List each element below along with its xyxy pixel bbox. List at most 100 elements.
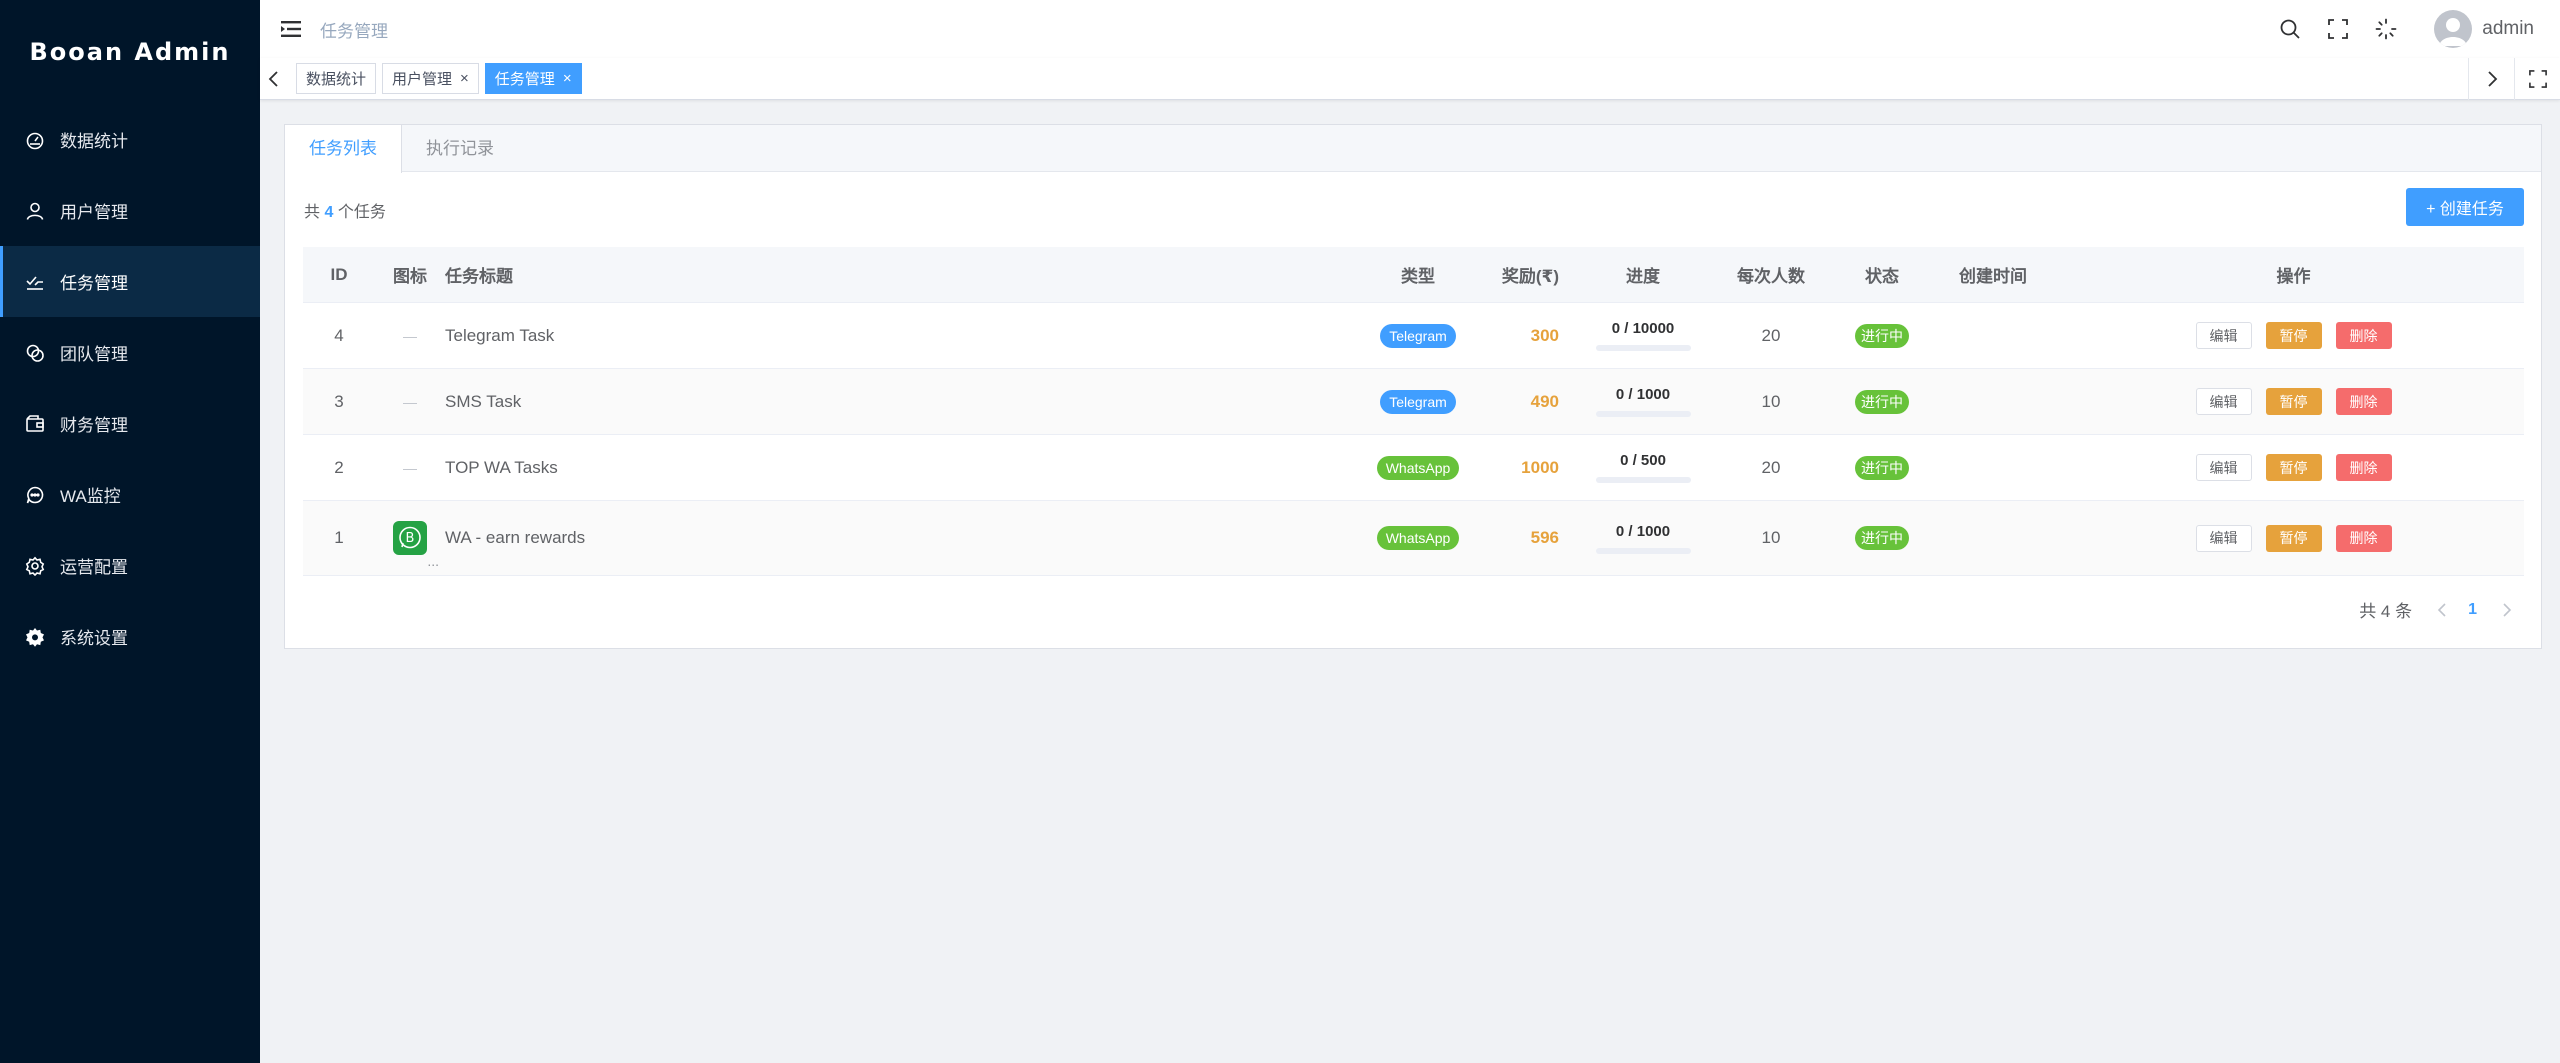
cell-type: Telegram — [1371, 389, 1465, 414]
avatar[interactable] — [2434, 10, 2473, 48]
sidebar-item-dashboard[interactable]: 数据统计 — [0, 104, 260, 175]
delete-button[interactable]: 删除 — [2335, 388, 2392, 415]
tags-list: 数据统计 用户管理 × 任务管理 × — [296, 63, 588, 94]
cell-progress: 0 / 10000 — [1585, 320, 1701, 351]
sidebar-item-label: 数据统计 — [60, 132, 128, 151]
fullscreen-icon[interactable] — [2326, 17, 2350, 41]
gear-icon — [24, 626, 46, 648]
cell-status: 进行中 — [1841, 455, 1923, 480]
username[interactable]: admin — [2482, 18, 2534, 40]
pause-button[interactable]: 暂停 — [2265, 322, 2322, 349]
count-suffix: 个任务 — [337, 204, 386, 221]
empty-icon-placeholder: — — [403, 459, 417, 476]
progress-bar — [1595, 411, 1691, 417]
pause-button[interactable]: 暂停 — [2265, 454, 2322, 481]
progress-text: 0 / 500 — [1620, 452, 1666, 469]
search-icon[interactable] — [2278, 17, 2302, 41]
progress-bar — [1595, 345, 1691, 351]
pause-button[interactable]: 暂停 — [2265, 388, 2322, 415]
cell-id: 3 — [334, 391, 344, 411]
col-header-per: 每次人数 — [1737, 267, 1805, 286]
edit-button[interactable]: 编辑 — [2195, 454, 2252, 481]
sidebar-item-label: 用户管理 — [60, 203, 128, 222]
tab-execution-log[interactable]: 执行记录 — [402, 125, 518, 171]
col-header-icon: 图标 — [393, 267, 427, 286]
user-icon — [24, 200, 46, 222]
app-logo: Booan Admin — [29, 38, 231, 66]
sidebar-item-team[interactable]: 团队管理 — [0, 317, 260, 388]
empty-icon-placeholder: — — [403, 327, 417, 344]
cell-title: Telegram Task — [445, 325, 555, 345]
count-value: 4 — [324, 204, 334, 221]
col-header-type: 类型 — [1401, 267, 1435, 286]
prev-page-icon[interactable] — [2434, 602, 2450, 617]
col-header-ops: 操作 — [2276, 267, 2311, 286]
cell-status: 进行中 — [1841, 323, 1923, 348]
svg-text:B: B — [406, 531, 415, 546]
loading-icon[interactable] — [2374, 17, 2398, 41]
delete-button[interactable]: 删除 — [2335, 454, 2392, 481]
pause-button[interactable]: 暂停 — [2265, 524, 2322, 552]
progress-bar — [1595, 477, 1691, 483]
task-count: 共 4 个任务 — [304, 198, 386, 222]
sidebar-item-wa-monitor[interactable]: WA监控 — [0, 459, 260, 530]
delete-button[interactable]: 删除 — [2335, 524, 2392, 552]
cell-reward: 1000 — [1521, 457, 1559, 477]
status-badge: 进行中 — [1855, 455, 1909, 480]
team-icon — [24, 342, 46, 364]
sidebar-item-label: WA监控 — [60, 487, 121, 506]
type-badge: WhatsApp — [1376, 526, 1460, 550]
empty-icon-placeholder: — — [403, 393, 417, 410]
col-header-created: 创建时间 — [1959, 267, 2027, 286]
progress-text: 0 / 10000 — [1611, 320, 1675, 337]
cell-actions: 编辑 暂停 删除 — [2063, 524, 2524, 552]
sidebar-item-users[interactable]: 用户管理 — [0, 175, 260, 246]
top-header: 任务管理 admin — [260, 0, 2560, 58]
tags-scroll-right-icon[interactable] — [2468, 58, 2514, 100]
fullscreen-icon[interactable] — [2514, 58, 2560, 100]
next-page-icon[interactable] — [2499, 602, 2515, 617]
tab-task-list[interactable]: 任务列表 — [285, 125, 402, 173]
cell-per: 20 — [1761, 457, 1781, 477]
tag-label: 用户管理 — [392, 71, 453, 88]
whatsapp-business-icon: B — [393, 521, 427, 555]
progress-text: 0 / 1000 — [1615, 386, 1671, 403]
icon-overflow-ellipsis: ... — [427, 553, 439, 569]
close-icon[interactable]: × — [563, 70, 572, 87]
tags-scroll-left-icon[interactable] — [260, 65, 288, 93]
tag-users[interactable]: 用户管理 × — [382, 63, 479, 94]
cell-id: 2 — [334, 457, 344, 477]
cell-per: 10 — [1761, 391, 1781, 411]
cell-actions: 编辑 暂停 删除 — [2063, 388, 2524, 415]
table-row: 4 — Telegram Task Telegram 300 0 / 10000… — [303, 303, 2524, 369]
cell-per: 10 — [1761, 528, 1781, 547]
page-number[interactable]: 1 — [2468, 601, 2477, 619]
cell-type: Telegram — [1371, 323, 1465, 348]
tag-tasks[interactable]: 任务管理 × — [484, 63, 582, 94]
menu-toggle-icon[interactable] — [280, 18, 302, 40]
type-badge: WhatsApp — [1376, 455, 1460, 480]
delete-button[interactable]: 删除 — [2335, 322, 2392, 349]
cell-id: 1 — [334, 528, 344, 547]
cell-icon: B ... — [375, 521, 445, 569]
sidebar-item-operations[interactable]: 运营配置 — [0, 530, 260, 601]
sidebar-item-tasks[interactable]: 任务管理 — [0, 246, 260, 317]
dashboard-icon — [24, 129, 46, 151]
sidebar-item-finance[interactable]: 财务管理 — [0, 388, 260, 459]
pagination: 共 4 条 1 — [2359, 597, 2515, 622]
table-row: 3 — SMS Task Telegram 490 0 / 1000 10 进行… — [303, 369, 2524, 435]
status-badge: 进行中 — [1855, 389, 1909, 414]
cell-reward: 300 — [1530, 325, 1559, 345]
cell-reward: 490 — [1530, 391, 1559, 411]
create-task-button[interactable]: + 创建任务 — [2406, 188, 2524, 226]
edit-button[interactable]: 编辑 — [2195, 388, 2252, 415]
sidebar-item-label: 运营配置 — [60, 558, 128, 577]
progress-text: 0 / 1000 — [1615, 522, 1671, 540]
sidebar-item-system[interactable]: 系统设置 — [0, 601, 260, 672]
close-icon[interactable]: × — [460, 70, 469, 87]
edit-button[interactable]: 编辑 — [2195, 322, 2252, 349]
col-header-status: 状态 — [1865, 267, 1899, 286]
edit-button[interactable]: 编辑 — [2195, 524, 2252, 552]
tag-dashboard[interactable]: 数据统计 — [296, 63, 377, 94]
chat-icon — [24, 484, 46, 506]
